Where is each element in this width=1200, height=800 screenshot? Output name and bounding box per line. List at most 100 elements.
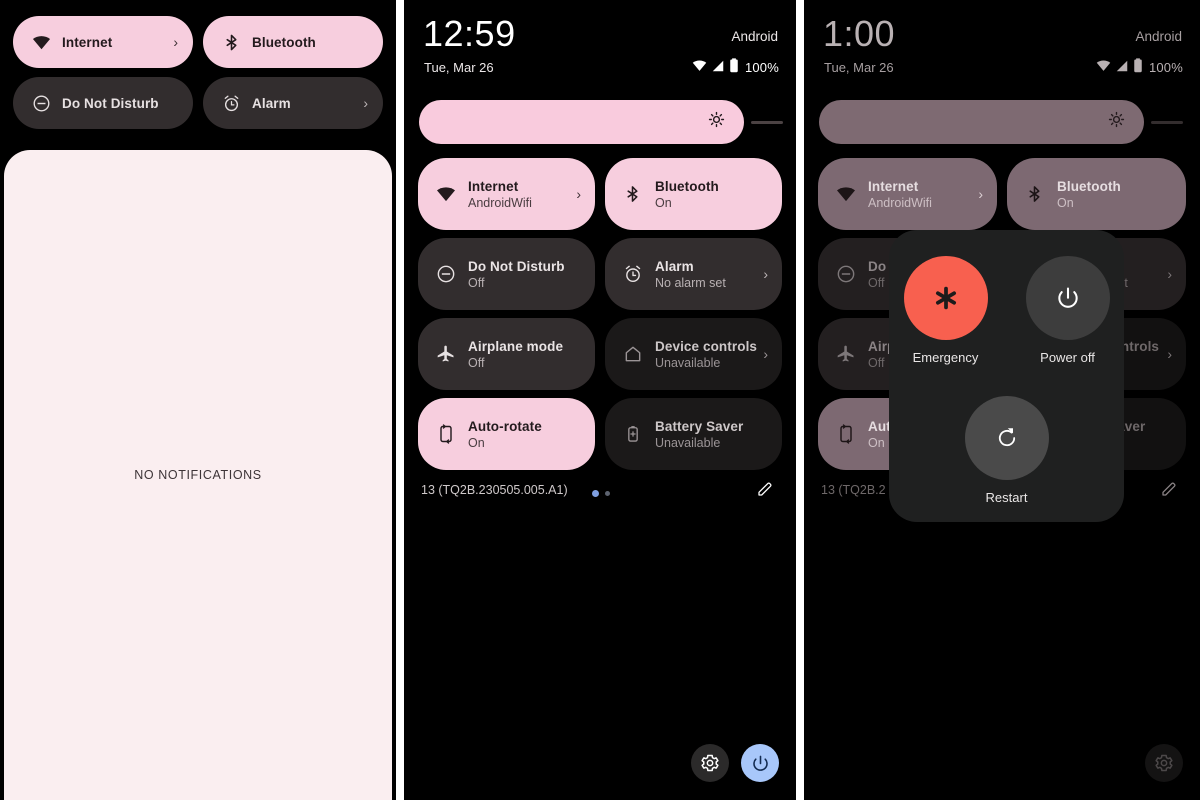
qs-tile-bluetooth[interactable]: Bluetooth On bbox=[1007, 158, 1186, 230]
alarm-icon bbox=[221, 93, 241, 113]
brightness-track[interactable] bbox=[819, 100, 1144, 144]
status-date: Tue, Mar 26 bbox=[424, 60, 494, 75]
brightness-track[interactable] bbox=[419, 100, 744, 144]
status-clock[interactable]: 12:59 bbox=[423, 16, 516, 52]
qs-tile-battery-saver-label: Battery Saver bbox=[655, 418, 744, 434]
battery-status-icon bbox=[729, 58, 739, 76]
chevron-right-icon[interactable]: › bbox=[576, 186, 581, 202]
status-clock[interactable]: 1:00 bbox=[823, 16, 895, 52]
brightness-remaining-track[interactable] bbox=[1151, 121, 1183, 124]
qs-tile-do-not-disturb-label: Do Not Disturb bbox=[468, 258, 565, 274]
p1-tile-do-not-disturb-label: Do Not Disturb bbox=[62, 95, 159, 111]
qs-tile-auto-rotate-sub: On bbox=[468, 435, 485, 450]
power-button[interactable] bbox=[741, 744, 779, 782]
status-icons-2: 100% bbox=[692, 58, 779, 76]
do-not-disturb-icon bbox=[435, 264, 456, 285]
brightness-remaining-track[interactable] bbox=[751, 121, 783, 124]
qs-tile-internet[interactable]: Internet AndroidWifi › bbox=[418, 158, 595, 230]
chevron-right-icon[interactable]: › bbox=[978, 186, 983, 202]
qs-tile-battery-saver[interactable]: Battery Saver Unavailable bbox=[605, 398, 782, 470]
restart-icon bbox=[998, 428, 1015, 447]
qs-tile-do-not-disturb[interactable]: Do Not Disturb Off bbox=[418, 238, 595, 310]
chevron-right-icon[interactable]: › bbox=[763, 266, 768, 282]
qs-header-2: 12:59 Tue, Mar 26 Android 100% bbox=[404, 0, 796, 92]
brightness-icon bbox=[1108, 111, 1125, 133]
qs-tile-bluetooth-sub: On bbox=[1057, 195, 1074, 210]
auto-rotate-icon bbox=[835, 424, 856, 445]
battery-percent-label: 100% bbox=[1148, 59, 1183, 75]
brightness-slider-2[interactable] bbox=[419, 100, 783, 144]
power-off-circle[interactable] bbox=[1025, 256, 1110, 340]
p1-tile-bluetooth[interactable]: Bluetooth bbox=[203, 16, 383, 68]
qs-tile-auto-rotate-label: Auto-rotate bbox=[468, 418, 542, 434]
power-option-restart[interactable]: Restart bbox=[964, 396, 1049, 505]
airplane-icon bbox=[835, 344, 856, 365]
power-option-power-off[interactable]: Power off bbox=[1025, 256, 1110, 365]
p1-tile-alarm[interactable]: Alarm › bbox=[203, 77, 383, 129]
qs-tile-alarm-sub: No alarm set bbox=[655, 275, 726, 290]
signal-status-icon bbox=[1115, 59, 1129, 76]
bluetooth-icon bbox=[221, 32, 241, 52]
edit-tiles-button[interactable] bbox=[1160, 480, 1178, 503]
brightness-slider-3[interactable] bbox=[819, 100, 1185, 144]
panel1-quick-tiles: Internet › Bluetooth Do Not Disturb Alar… bbox=[0, 0, 396, 129]
panel-power-menu: 1:00 Tue, Mar 26 Android 100% Internet A… bbox=[804, 0, 1200, 800]
power-menu-row-bottom: Restart bbox=[889, 396, 1124, 505]
p1-tile-do-not-disturb[interactable]: Do Not Disturb bbox=[13, 77, 193, 129]
panel-divider-1 bbox=[396, 0, 404, 800]
carrier-label: Android bbox=[1135, 29, 1182, 44]
qs-tile-device-controls[interactable]: Device controls Unavailable › bbox=[605, 318, 782, 390]
edit-tiles-button[interactable] bbox=[756, 480, 774, 503]
qs-tile-internet[interactable]: Internet AndroidWifi › bbox=[818, 158, 997, 230]
build-version-label: 13 (TQ2B.2 bbox=[821, 483, 886, 497]
qs-tile-bluetooth[interactable]: Bluetooth On bbox=[605, 158, 782, 230]
chevron-right-icon[interactable]: › bbox=[1167, 346, 1172, 362]
wifi-status-icon bbox=[692, 58, 707, 76]
qs-tile-auto-rotate[interactable]: Auto-rotate On bbox=[418, 398, 595, 470]
power-option-emergency[interactable]: Emergency bbox=[903, 256, 988, 365]
emergency-asterisk-icon bbox=[935, 286, 956, 310]
settings-button[interactable] bbox=[691, 744, 729, 782]
qs-tile-bluetooth-label: Bluetooth bbox=[1057, 178, 1121, 194]
power-menu-row-top: Emergency Power off bbox=[889, 256, 1124, 365]
chevron-right-icon[interactable]: › bbox=[763, 346, 768, 362]
qs-tile-airplane-mode-label: Airplane mode bbox=[468, 338, 564, 354]
gear-icon bbox=[1155, 754, 1173, 772]
bluetooth-icon bbox=[622, 184, 643, 205]
do-not-disturb-icon bbox=[31, 93, 51, 113]
battery-percent-label: 100% bbox=[744, 59, 779, 75]
power-icon bbox=[752, 755, 768, 771]
qs-tile-internet-sub: AndroidWifi bbox=[468, 195, 532, 210]
chevron-right-icon[interactable]: › bbox=[363, 95, 368, 111]
qs-tile-airplane-mode[interactable]: Airplane mode Off bbox=[418, 318, 595, 390]
qs-tile-airplane-mode-sub: Off bbox=[468, 355, 485, 370]
wifi-status-icon bbox=[1096, 58, 1111, 76]
airplane-icon bbox=[435, 344, 456, 365]
qs-tile-do-not-disturb-sub: Off bbox=[468, 275, 485, 290]
power-option-emergency-label: Emergency bbox=[912, 350, 979, 365]
panel-quick-settings: 12:59 Tue, Mar 26 Android 100% Internet … bbox=[404, 0, 796, 800]
p1-tile-internet[interactable]: Internet › bbox=[13, 16, 193, 68]
qs-tile-internet-label: Internet bbox=[868, 178, 919, 194]
panel-notification-shade: Internet › Bluetooth Do Not Disturb Alar… bbox=[0, 0, 396, 800]
power-menu-dialog: Emergency Power off Restart bbox=[889, 230, 1124, 522]
chevron-right-icon[interactable]: › bbox=[1167, 266, 1172, 282]
qs-tile-alarm[interactable]: Alarm No alarm set › bbox=[605, 238, 782, 310]
notification-shade-sheet: NO NOTIFICATIONS bbox=[4, 150, 392, 800]
wifi-icon bbox=[435, 184, 456, 205]
qs-bottom-buttons-3 bbox=[1145, 744, 1183, 782]
power-option-restart-label: Restart bbox=[985, 490, 1028, 505]
qs-tile-device-controls-label: Device controls bbox=[655, 338, 758, 354]
emergency-circle[interactable] bbox=[903, 256, 988, 340]
gear-icon bbox=[701, 754, 719, 772]
build-version-label: 13 (TQ2B.230505.005.A1) bbox=[421, 483, 568, 497]
panel-divider-2 bbox=[796, 0, 804, 800]
carrier-label: Android bbox=[731, 29, 778, 44]
qs-tile-internet-sub: AndroidWifi bbox=[868, 195, 932, 210]
power-icon bbox=[1057, 287, 1078, 308]
settings-button[interactable] bbox=[1145, 744, 1183, 782]
page-indicator[interactable] bbox=[592, 490, 610, 497]
chevron-right-icon[interactable]: › bbox=[173, 34, 178, 50]
power-option-power-off-label: Power off bbox=[1040, 350, 1095, 365]
restart-circle[interactable] bbox=[964, 396, 1049, 480]
